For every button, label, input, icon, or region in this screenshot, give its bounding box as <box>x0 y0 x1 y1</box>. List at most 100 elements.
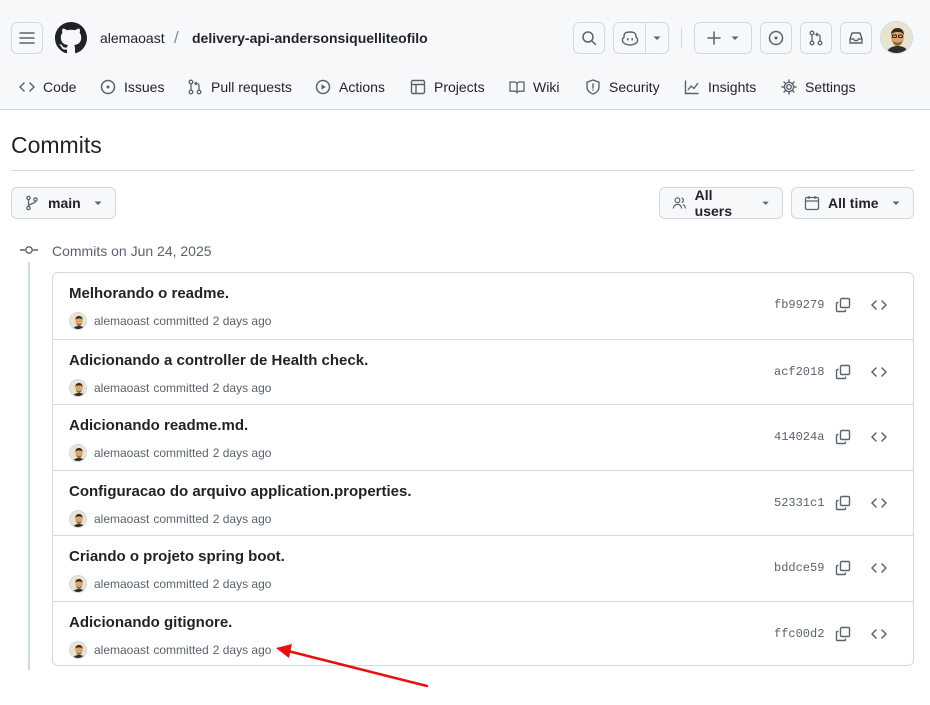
commit-row: Adicionando a controller de Health check… <box>53 339 913 405</box>
title-divider <box>11 170 914 171</box>
commit-author[interactable]: alemaoast <box>94 381 149 395</box>
commit-author[interactable]: alemaoast <box>94 446 149 460</box>
time-filter-button[interactable]: All time <box>791 187 914 219</box>
commit-message-link[interactable]: Adicionando readme.md. <box>69 417 248 434</box>
copilot-button-group <box>613 22 669 54</box>
copy-sha-button[interactable] <box>833 427 853 447</box>
copy-sha-button[interactable] <box>833 493 853 513</box>
play-icon <box>315 79 331 95</box>
chevron-down-icon <box>94 201 102 205</box>
commit-message-link[interactable]: Criando o projeto spring boot. <box>69 548 285 565</box>
commit-row: Configuracao do arquivo application.prop… <box>53 470 913 536</box>
commit-meta: alemaoast committed 2 days ago <box>69 510 271 528</box>
commit-message-link[interactable]: Melhorando o readme. <box>69 285 229 302</box>
repo-nav: Code Issues Pull requests Actions Projec… <box>0 70 930 110</box>
tab-security-label: Security <box>609 79 660 95</box>
page-title: Commits <box>11 132 102 158</box>
inbox-button[interactable] <box>840 22 872 54</box>
commit-author[interactable]: alemaoast <box>94 512 149 526</box>
copilot-button[interactable] <box>614 23 646 53</box>
commit-sha-link[interactable]: acf2018 <box>774 365 824 379</box>
tab-issues[interactable]: Issues <box>100 70 164 104</box>
tab-settings[interactable]: Settings <box>781 70 856 104</box>
author-avatar[interactable] <box>69 444 87 462</box>
breadcrumb-repo[interactable]: delivery-api-andersonsiquelliteofilo <box>192 30 428 46</box>
commit-author[interactable]: alemaoast <box>94 577 149 591</box>
tab-security[interactable]: Security <box>585 70 660 104</box>
user-avatar-icon <box>70 511 86 527</box>
commit-relative-time: 2 days ago <box>212 314 272 328</box>
author-avatar[interactable] <box>69 379 87 397</box>
time-filter-label: All time <box>828 195 879 211</box>
copy-icon <box>835 429 851 445</box>
commit-row: Melhorando o readme. alemaoast committed… <box>53 273 913 339</box>
author-avatar[interactable] <box>69 312 87 330</box>
tab-insights[interactable]: Insights <box>684 70 756 104</box>
author-avatar[interactable] <box>69 510 87 528</box>
commit-message-link[interactable]: Adicionando a controller de Health check… <box>69 352 368 369</box>
commit-meta: alemaoast committed 2 days ago <box>69 575 271 593</box>
browse-repo-at-commit-button[interactable] <box>869 493 889 513</box>
tab-code[interactable]: Code <box>19 70 76 104</box>
commit-node-icon <box>19 242 39 258</box>
commit-author[interactable]: alemaoast <box>94 314 149 328</box>
chevron-down-icon <box>762 201 769 205</box>
browse-repo-at-commit-button[interactable] <box>869 295 889 315</box>
commit-meta: alemaoast committed 2 days ago <box>69 379 271 397</box>
code-icon <box>871 629 887 639</box>
create-new-button[interactable] <box>694 22 752 54</box>
copilot-dropdown-button[interactable] <box>646 23 668 53</box>
commit-message-link[interactable]: Adicionando gitignore. <box>69 614 232 631</box>
commit-relative-time: 2 days ago <box>212 512 272 526</box>
tab-projects[interactable]: Projects <box>410 70 485 104</box>
commit-action: committed <box>153 643 209 657</box>
commit-group-header: Commits on Jun 24, 2025 <box>52 243 212 259</box>
commit-sha-link[interactable]: bddce59 <box>774 561 824 575</box>
hamburger-menu-button[interactable] <box>11 22 43 54</box>
browse-repo-at-commit-button[interactable] <box>869 624 889 644</box>
user-avatar-button[interactable] <box>880 21 913 54</box>
chevron-down-icon <box>653 36 661 40</box>
commit-action: committed <box>153 381 209 395</box>
commit-sha-link[interactable]: 52331c1 <box>774 496 824 510</box>
plus-icon <box>707 31 721 45</box>
commit-sha-link[interactable]: fb99279 <box>774 298 824 312</box>
table-icon <box>410 79 426 95</box>
author-avatar[interactable] <box>69 641 87 659</box>
your-issues-button[interactable] <box>760 22 792 54</box>
your-pull-requests-button[interactable] <box>800 22 832 54</box>
copy-sha-button[interactable] <box>833 624 853 644</box>
commit-row: Criando o projeto spring boot. alemaoast… <box>53 535 913 601</box>
people-icon <box>672 197 686 209</box>
browse-repo-at-commit-button[interactable] <box>869 362 889 382</box>
tab-issues-label: Issues <box>124 79 165 95</box>
breadcrumb-owner[interactable]: alemaoast <box>100 30 165 46</box>
tab-actions[interactable]: Actions <box>315 70 385 104</box>
users-filter-button[interactable]: All users <box>659 187 783 219</box>
author-avatar[interactable] <box>69 575 87 593</box>
commit-meta: alemaoast committed 2 days ago <box>69 641 271 659</box>
browse-repo-at-commit-button[interactable] <box>869 427 889 447</box>
pull-request-icon <box>809 30 823 46</box>
branch-icon <box>26 195 38 211</box>
commit-message-link[interactable]: Configuracao do arquivo application.prop… <box>69 483 412 500</box>
user-avatar-icon <box>881 22 912 53</box>
commit-sha-link[interactable]: ffc00d2 <box>774 627 824 641</box>
copy-sha-button[interactable] <box>833 362 853 382</box>
github-logo[interactable] <box>55 22 87 54</box>
issue-opened-icon <box>768 30 784 46</box>
commit-sha-link[interactable]: 414024a <box>774 430 824 444</box>
commit-author[interactable]: alemaoast <box>94 643 149 657</box>
hamburger-icon <box>19 32 35 44</box>
browse-repo-at-commit-button[interactable] <box>869 558 889 578</box>
copy-sha-button[interactable] <box>833 295 853 315</box>
commit-meta: alemaoast committed 2 days ago <box>69 312 271 330</box>
search-icon <box>582 31 597 46</box>
copy-sha-button[interactable] <box>833 558 853 578</box>
header-top-row: alemaoast / delivery-api-andersonsiquell… <box>0 0 930 70</box>
tab-wiki[interactable]: Wiki <box>509 70 559 104</box>
chevron-down-icon <box>731 36 739 40</box>
branch-select-button[interactable]: main <box>11 187 116 219</box>
tab-pull-requests[interactable]: Pull requests <box>187 70 292 104</box>
search-button[interactable] <box>573 22 605 54</box>
